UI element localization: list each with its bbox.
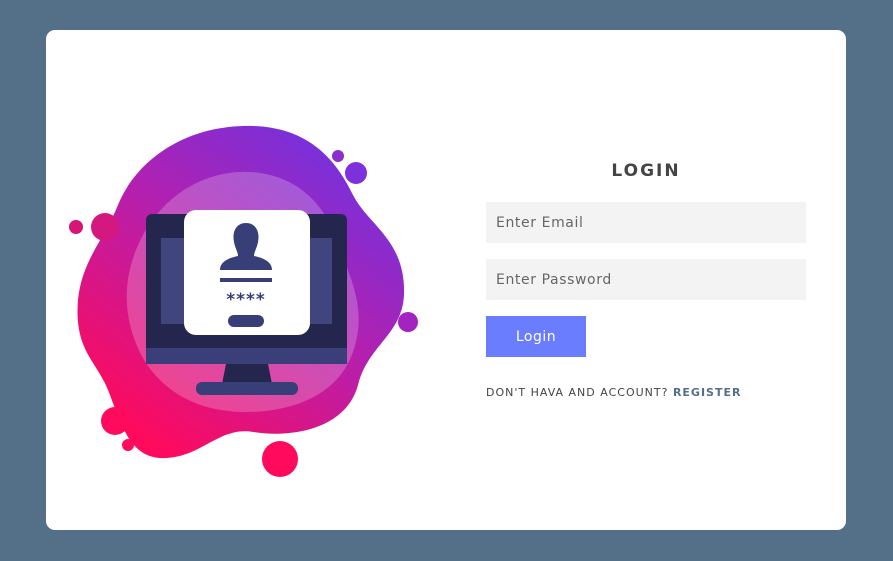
login-card: **** LOGIN Login DON'T HAVA AND ACCOUNT?…: [46, 30, 846, 530]
password-mask-text: ****: [226, 290, 266, 310]
register-prompt-text: DON'T HAVA AND ACCOUNT?: [486, 386, 673, 399]
register-prompt: DON'T HAVA AND ACCOUNT? REGISTER: [486, 386, 806, 399]
email-input[interactable]: [486, 202, 806, 243]
dot: [91, 213, 119, 241]
register-link[interactable]: REGISTER: [673, 386, 742, 399]
login-form: LOGIN Login DON'T HAVA AND ACCOUNT? REGI…: [486, 160, 806, 399]
dot: [345, 162, 367, 184]
login-illustration: ****: [69, 125, 418, 477]
dot: [262, 441, 298, 477]
dot: [101, 407, 129, 435]
password-input[interactable]: [486, 259, 806, 300]
dot: [332, 150, 344, 162]
dot: [69, 220, 83, 234]
login-title: LOGIN: [611, 161, 681, 181]
login-button[interactable]: Login: [486, 316, 586, 357]
login-pill-icon: [228, 315, 264, 327]
dot: [122, 439, 134, 451]
dot: [398, 312, 418, 332]
